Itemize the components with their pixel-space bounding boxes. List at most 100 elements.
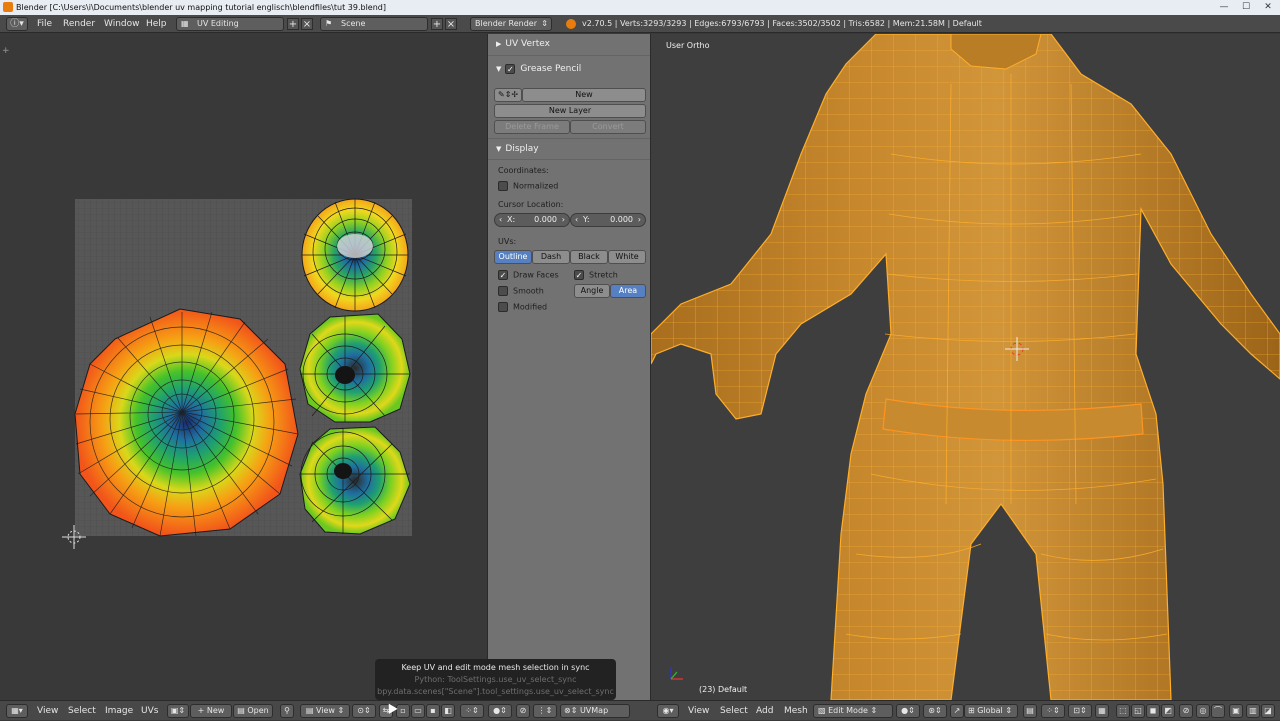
scene-name: Scene <box>341 19 366 28</box>
uv-toolshelf-toggle[interactable]: + <box>2 46 10 56</box>
scene-stats: v2.70.5 | Verts:3293/3293 | Edges:6793/6… <box>582 19 982 28</box>
image-browse-icon[interactable]: ▣⇕ <box>167 704 189 718</box>
modified-checkbox[interactable] <box>498 302 508 312</box>
scene-field[interactable]: ⚑ Scene <box>320 17 428 31</box>
snap-toggle-icon[interactable]: ⊘ <box>1179 704 1193 718</box>
uv-menu-image[interactable]: Image <box>105 701 133 721</box>
display-panel-header[interactable]: ▼ Display <box>488 138 650 160</box>
grease-new-button[interactable]: New <box>522 88 646 102</box>
uv-image-editor[interactable]: + <box>0 34 486 700</box>
uvmap-dropdown[interactable]: ⊗⇕ UVMap <box>560 704 630 718</box>
view-mode-dropdown[interactable]: ▤ View ⇕ <box>300 704 350 718</box>
decrement-arrow-icon[interactable]: ‹ <box>499 214 502 226</box>
add-screen-button[interactable]: + <box>287 18 299 30</box>
uv-menu-select[interactable]: Select <box>68 701 96 721</box>
3d-menu-select[interactable]: Select <box>720 701 748 721</box>
edge-select-mode-icon[interactable]: ◱ <box>1131 704 1145 718</box>
menu-help[interactable]: Help <box>146 15 167 33</box>
vertex-select-icon[interactable]: ▫ <box>396 704 410 718</box>
3d-menu-mesh[interactable]: Mesh <box>784 701 808 721</box>
uv-outline-button[interactable]: Outline <box>494 250 532 264</box>
modified-option[interactable]: Modified <box>498 302 547 312</box>
close-button[interactable]: ✕ <box>1260 1 1276 13</box>
3d-menu-add[interactable]: Add <box>756 701 773 721</box>
stretch-angle-button[interactable]: Angle <box>574 284 610 298</box>
uv-vertex-panel-header[interactable]: ▶ UV Vertex <box>488 34 650 56</box>
uv-editor-type-icon[interactable]: ▦▾ <box>6 704 28 718</box>
grease-pencil-panel-header[interactable]: ▼ ✓ Grease Pencil <box>488 56 650 82</box>
pin-icon[interactable]: ⚲ <box>280 704 294 718</box>
pivot-point-icon[interactable]: ⊛⇕ <box>923 704 947 718</box>
uv-white-button[interactable]: White <box>608 250 646 264</box>
maximize-button[interactable]: ☐ <box>1238 1 1254 13</box>
menu-window[interactable]: Window <box>104 15 140 33</box>
normalized-option[interactable]: Normalized <box>498 181 558 191</box>
snap-element-icon[interactable]: ⋮⇕ <box>533 704 557 718</box>
delete-frame-button[interactable]: Delete Frame <box>494 120 570 134</box>
render-animation-icon[interactable]: ▥ <box>1246 704 1260 718</box>
face-select-icon[interactable]: ▪ <box>426 704 440 718</box>
uv-dash-button[interactable]: Dash <box>532 250 570 264</box>
cursor-x-field[interactable]: ‹ X: 0.000 › <box>494 213 570 227</box>
island-select-icon[interactable]: ◧ <box>441 704 455 718</box>
normalized-checkbox[interactable] <box>498 181 508 191</box>
render-engine-dropdown[interactable]: Blender Render ⇕ <box>470 17 552 31</box>
proportional-edit-icon[interactable]: ●⇕ <box>488 704 512 718</box>
sticky-mode-icon[interactable]: ⁘⇕ <box>460 704 484 718</box>
pivot-icon[interactable]: ⊙⇕ <box>352 704 376 718</box>
edge-select-icon[interactable]: ▭ <box>411 704 425 718</box>
image-new-button[interactable]: + New <box>190 704 232 718</box>
draw-faces-option[interactable]: ✓ Draw Faces <box>498 270 559 280</box>
mode-dropdown[interactable]: ▧ Edit Mode ⇕ <box>813 704 893 718</box>
uv-menu-view[interactable]: View <box>37 701 58 721</box>
stretch-area-button[interactable]: Area <box>610 284 646 298</box>
screen-layout-field[interactable]: ▦ UV Editing <box>176 17 284 31</box>
3d-viewport[interactable]: User Ortho (23) Default <box>651 34 1280 700</box>
new-layer-button[interactable]: New Layer <box>494 104 646 118</box>
menu-file[interactable]: File <box>37 15 52 33</box>
manipulator-icon[interactable]: ↗ <box>950 704 964 718</box>
image-open-button[interactable]: ▤ Open <box>233 704 273 718</box>
decrement-arrow-icon[interactable]: ‹ <box>575 214 578 226</box>
camera-icon[interactable]: ◪ <box>1261 704 1275 718</box>
vertex-select-mode-icon[interactable]: ⬚ <box>1116 704 1130 718</box>
uv-canvas[interactable] <box>0 34 486 700</box>
axis-gizmo <box>670 667 683 680</box>
face-mode-icon[interactable]: ▦ <box>1095 704 1109 718</box>
proportional-falloff-icon[interactable]: ⌒ <box>1211 704 1225 718</box>
stretch-checkbox[interactable]: ✓ <box>574 270 584 280</box>
convert-button[interactable]: Convert <box>570 120 646 134</box>
occlude-geometry-icon[interactable]: ◩ <box>1161 704 1175 718</box>
minimize-button[interactable]: — <box>1216 1 1232 13</box>
render-icon[interactable]: ▣ <box>1229 704 1243 718</box>
3d-editor-type-icon[interactable]: ◉▾ <box>657 704 679 718</box>
viewport-shading-icon[interactable]: ●⇕ <box>896 704 920 718</box>
proportional-icon[interactable]: ◎ <box>1196 704 1210 718</box>
editor-type-icon[interactable]: ⓘ▾ <box>6 17 28 31</box>
draw-faces-checkbox[interactable]: ✓ <box>498 270 508 280</box>
edge-mode-icon[interactable]: ⊡⇕ <box>1068 704 1092 718</box>
cursor-y-field[interactable]: ‹ Y: 0.000 › <box>570 213 646 227</box>
increment-arrow-icon[interactable]: › <box>638 214 641 226</box>
tooltip-python: Python: ToolSettings.use_uv_select_sync <box>414 675 577 684</box>
delete-screen-button[interactable]: × <box>301 18 313 30</box>
menu-render[interactable]: Render <box>63 15 95 33</box>
draw-faces-label: Draw Faces <box>513 270 559 280</box>
vertex-mode-icon[interactable]: ⁘⇕ <box>1041 704 1065 718</box>
orientation-dropdown[interactable]: ⊞ Global ⇕ <box>964 704 1018 718</box>
3d-menu-view[interactable]: View <box>688 701 709 721</box>
add-scene-button[interactable]: + <box>431 18 443 30</box>
pencil-browse-icon[interactable]: ✎⇕✢ <box>494 88 522 102</box>
viewport-canvas[interactable] <box>651 34 1280 700</box>
smooth-checkbox[interactable] <box>498 286 508 296</box>
grease-pencil-checkbox[interactable]: ✓ <box>505 63 516 74</box>
face-select-mode-icon[interactable]: ◼ <box>1146 704 1160 718</box>
uv-black-button[interactable]: Black <box>570 250 608 264</box>
increment-arrow-icon[interactable]: › <box>562 214 565 226</box>
snap-icon[interactable]: ⊘ <box>516 704 530 718</box>
stretch-option[interactable]: ✓ Stretch <box>574 270 618 280</box>
uv-menu-uvs[interactable]: UVs <box>141 701 158 721</box>
smooth-option[interactable]: Smooth <box>498 286 544 296</box>
layer-icon[interactable]: ▤ <box>1023 704 1037 718</box>
delete-scene-button[interactable]: × <box>445 18 457 30</box>
